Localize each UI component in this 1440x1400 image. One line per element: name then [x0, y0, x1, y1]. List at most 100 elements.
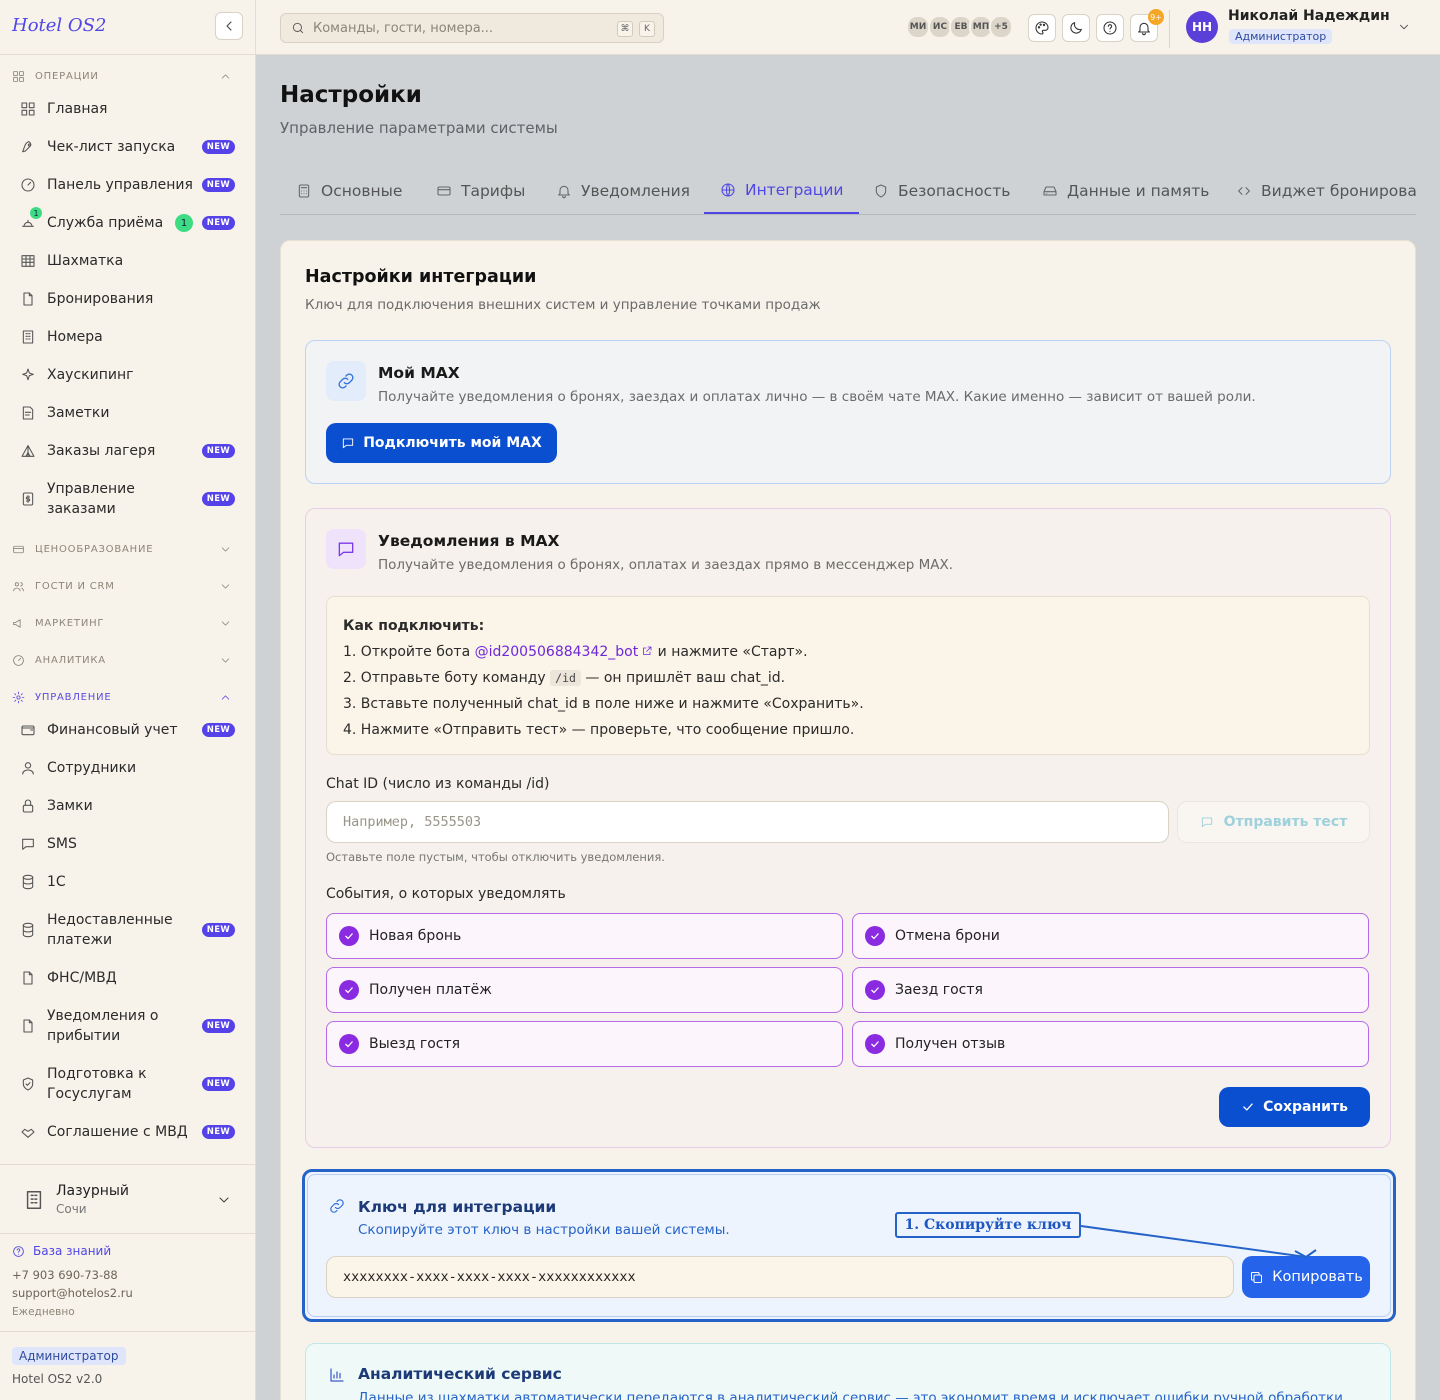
chevron-left-icon [226, 21, 232, 31]
external-link-icon[interactable] [641, 645, 653, 657]
section-marketing[interactable]: Маркетинг [12, 613, 244, 633]
knowledge-base-link[interactable]: База знаний [12, 1244, 111, 1258]
connect-my-max-button[interactable]: Подключить мой MAX [326, 423, 557, 463]
sidebar-item[interactable]: Сотрудники [12, 758, 244, 778]
sidebar-item[interactable]: Номера [12, 327, 244, 347]
key-subtitle: Скопируйте этот ключ в настройки вашей с… [358, 1222, 730, 1238]
support-hours: Ежедневно [12, 1306, 75, 1318]
button-label: Сохранить [1263, 1099, 1348, 1115]
theme-palette-button[interactable] [1028, 14, 1056, 42]
event-checkbox[interactable]: Заезд гостя [852, 967, 1369, 1013]
help-button[interactable] [1096, 14, 1124, 42]
dark-mode-button[interactable] [1062, 14, 1090, 42]
card-icon [13, 545, 24, 553]
send-test-button[interactable]: Отправить тест [1177, 801, 1370, 843]
check-icon [1243, 1103, 1253, 1111]
sidebar-item[interactable]: Заметки [12, 403, 244, 423]
chevron-down-icon [221, 657, 230, 663]
support-phone[interactable]: +7 903 690-73-88 [12, 1268, 118, 1282]
chevron-down-icon[interactable] [1397, 20, 1411, 34]
sidebar-item[interactable]: Бронирования [12, 289, 244, 309]
gear-icon [12, 691, 25, 703]
user-avatar[interactable]: НН [1186, 11, 1218, 43]
search-input[interactable]: Команды, гости, номера... ⌘ K [280, 13, 664, 43]
sidebar-item[interactable]: 1С [12, 872, 244, 892]
event-checkbox[interactable]: Отмена брони [852, 913, 1369, 959]
message-square-icon [338, 542, 354, 557]
sidebar-item[interactable]: Шахматка [12, 251, 244, 271]
kbd-cmd: ⌘ [617, 21, 633, 37]
tab-booking-widget[interactable]: Виджет бронирова [1236, 168, 1416, 214]
tab-data-storage[interactable]: Данные и память [1042, 168, 1209, 214]
avatar[interactable]: МИ [906, 15, 930, 39]
sidebar-item[interactable]: Заказы лагеря NEW [12, 441, 244, 461]
support-email[interactable]: support@hotelos2.ru [12, 1286, 133, 1300]
sidebar-item[interactable]: Панель управления NEW [12, 175, 244, 195]
sidebar-item-label: Номера [47, 329, 103, 345]
sidebar-item[interactable]: Служба приёма 1 1 NEW [12, 207, 244, 233]
sidebar-item[interactable]: Главная [12, 99, 244, 119]
section-operations[interactable]: Операции [12, 66, 244, 86]
event-checkbox[interactable]: Получен платёж [326, 967, 843, 1013]
section-label: Гости и CRM [35, 580, 115, 592]
sidebar-item[interactable]: Подготовка к Госуслугам NEW [12, 1064, 244, 1104]
event-checkbox[interactable]: Получен отзыв [852, 1021, 1369, 1067]
notification-count: 9+ [1148, 9, 1164, 25]
sidebar-item[interactable]: Замки [12, 796, 244, 816]
sidebar-collapse-button[interactable] [215, 12, 243, 40]
chevron-down-icon [219, 1197, 229, 1203]
tab-integrations[interactable]: Интеграции [704, 168, 860, 214]
tab-security[interactable]: Безопасность [873, 168, 1010, 214]
sidebar-item[interactable]: Чек-лист запуска NEW [12, 137, 244, 157]
hotel-city: Сочи [56, 1202, 87, 1216]
sidebar-item[interactable]: SMS [12, 834, 244, 854]
tab-notifications[interactable]: Уведомления [556, 168, 690, 214]
sidebar-item[interactable]: Финансовый учет NEW [12, 720, 244, 740]
grid-icon [21, 102, 35, 116]
check-icon [871, 1041, 879, 1048]
event-checkbox[interactable]: Новая бронь [326, 913, 843, 959]
bot-link[interactable]: @id200506884342_bot [475, 644, 639, 660]
settings-tabs: Основные Тарифы Уведомления Интеграции Б… [280, 168, 1416, 215]
section-guests[interactable]: Гости и CRM [12, 576, 244, 596]
new-badge: NEW [201, 492, 235, 506]
section-label: Ценообразование [35, 543, 154, 555]
sidebar-item-label: Главная [47, 101, 108, 117]
app-logo[interactable]: Hotel OS2 [12, 15, 106, 36]
users-icon [13, 581, 24, 591]
my-max-title: Мой MAX [378, 364, 460, 382]
link-icon [330, 1199, 344, 1213]
app-version: Hotel OS2 v2.0 [12, 1372, 103, 1386]
sidebar-item[interactable]: Управление заказами NEW [12, 479, 244, 519]
sidebar-item[interactable]: ФНС/МВД [12, 968, 244, 988]
section-label: Аналитика [35, 654, 106, 666]
check-icon [345, 1041, 353, 1048]
user-name[interactable]: Николай Надеждин [1228, 8, 1390, 24]
user-icon [22, 762, 34, 775]
user-role-badge: Администратор [1229, 29, 1333, 44]
tab-basic[interactable]: Основные [296, 168, 402, 214]
notifications-button[interactable]: 9+ [1130, 9, 1164, 42]
checkbox-checked [339, 1034, 359, 1054]
sidebar-item[interactable]: Уведомления о прибытии NEW [12, 1006, 244, 1046]
sidebar-item[interactable]: Недоставленные платежи NEW [12, 910, 244, 950]
grid-icon [13, 70, 24, 82]
tab-rates[interactable]: Тарифы [436, 168, 525, 214]
divider [0, 1331, 255, 1332]
step-text: и нажмите «Старт». [653, 644, 808, 660]
section-management[interactable]: Управление [12, 687, 244, 707]
file-icon [23, 971, 33, 985]
chat-id-input[interactable]: Например, 5555503 [326, 801, 1169, 843]
sidebar-item[interactable]: Хаускипинг [12, 365, 244, 385]
shield-check-icon [22, 1077, 34, 1091]
save-button[interactable]: Сохранить [1219, 1087, 1370, 1127]
hotel-selector[interactable]: Лазурный Сочи [0, 1164, 255, 1234]
message-icon [1201, 817, 1212, 828]
more-avatars[interactable]: +5 [989, 15, 1013, 39]
sidebar-item[interactable]: Соглашение с МВД NEW [12, 1122, 244, 1142]
event-checkbox[interactable]: Выезд гостя [326, 1021, 843, 1067]
checkbox-checked [339, 980, 359, 1000]
event-label: Выезд гостя [369, 1036, 461, 1052]
section-analytics[interactable]: Аналитика [12, 650, 244, 670]
section-pricing[interactable]: Ценообразование [12, 539, 244, 559]
